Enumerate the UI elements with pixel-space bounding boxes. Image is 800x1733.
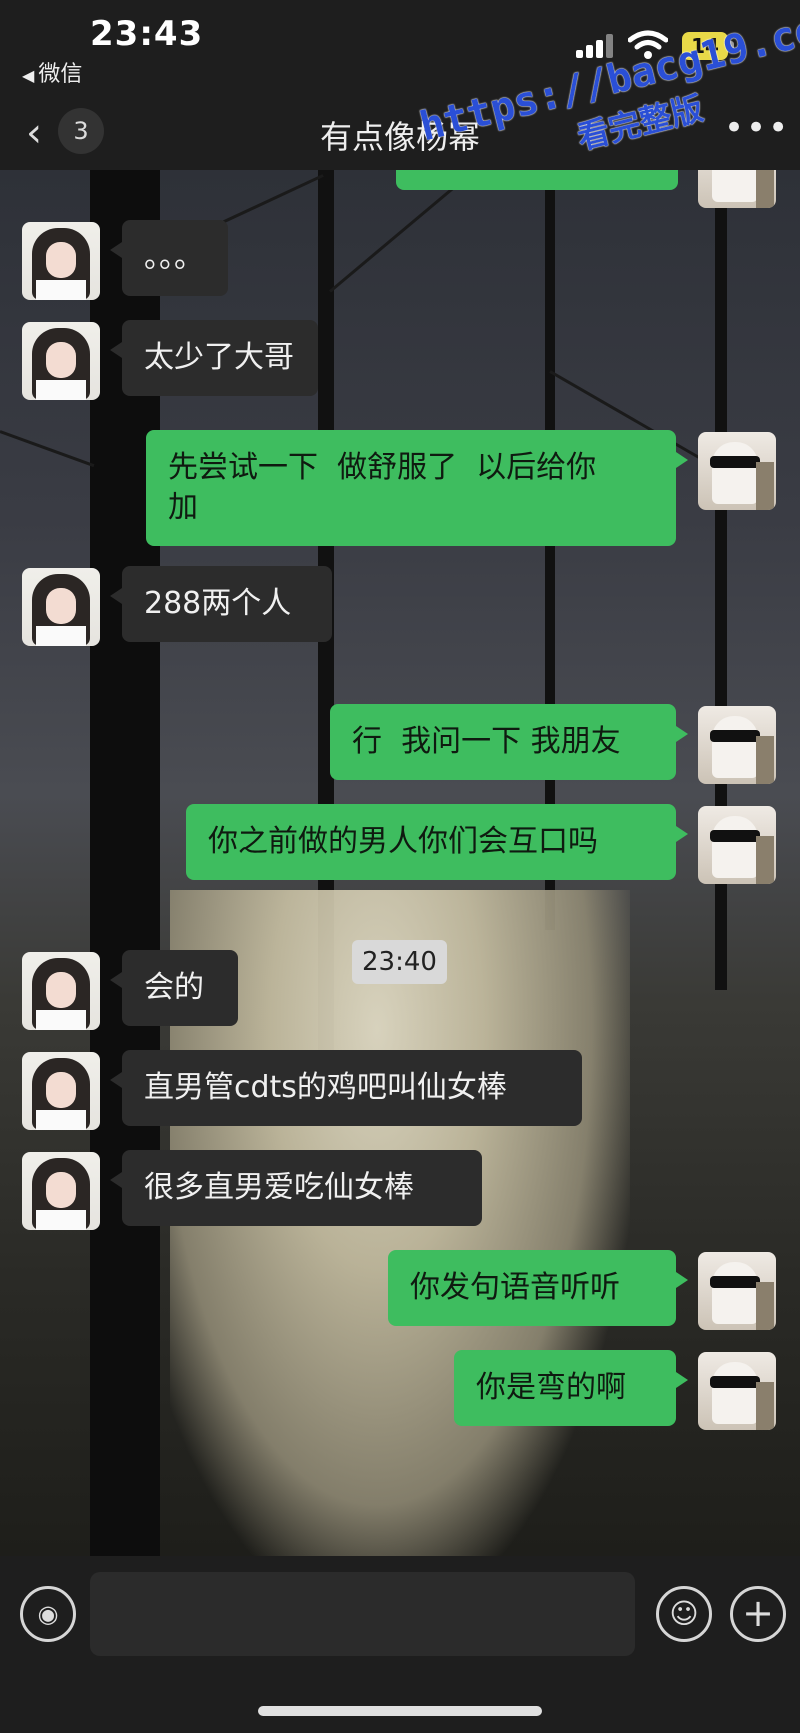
sent-message[interactable]: 你之前做的男人你们会互口吗 [186,804,688,880]
contact-avatar[interactable] [22,222,100,300]
received-message[interactable]: 很多直男爱吃仙女棒 [110,1150,482,1226]
received-message[interactable]: 直男管cdts的鸡吧叫仙女棒 [110,1050,582,1126]
contact-avatar[interactable] [22,1152,100,1230]
received-message[interactable]: 。。。 [110,220,228,296]
contact-avatar[interactable] [22,952,100,1030]
back-app-label: 微信 [38,62,83,87]
status-time: 23:43 [90,14,204,54]
cellular-signal-icon [576,34,616,58]
sent-message[interactable]: 行 我问一下 我朋友 [330,704,688,780]
received-message[interactable]: 太少了大哥 [110,320,318,396]
my-avatar[interactable] [698,806,776,884]
sent-message[interactable]: 你发句语音听听 [388,1250,688,1326]
my-avatar[interactable] [698,432,776,510]
tree-branch [0,430,95,468]
my-avatar[interactable] [698,1352,776,1430]
voice-icon[interactable]: ◉ [20,1586,76,1642]
received-message[interactable]: 288两个人 [110,566,332,642]
contact-avatar[interactable] [22,322,100,400]
back-triangle-icon: ◀ [22,66,35,85]
my-avatar[interactable] [698,706,776,784]
unread-count-badge[interactable]: 3 [58,108,104,154]
my-avatar[interactable] [698,170,776,208]
sent-message[interactable]: 先尝试一下 做舒服了 以后给你 加 [146,430,688,546]
my-avatar[interactable] [698,1252,776,1330]
message-input[interactable] [90,1572,635,1656]
contact-avatar[interactable] [22,1052,100,1130]
time-divider: 23:40 [352,940,447,984]
contact-avatar[interactable] [22,568,100,646]
input-bar: ◉ ☺ + [0,1556,800,1733]
received-message[interactable]: 会的 [110,950,238,1026]
emoji-icon[interactable]: ☺ [656,1586,712,1642]
plus-icon[interactable]: + [730,1586,786,1642]
back-to-app-link[interactable]: ◀ 微信 [22,56,82,88]
home-indicator[interactable] [258,1706,542,1716]
sent-message[interactable]: 你是弯的啊 [454,1350,688,1426]
chat-area[interactable]: 。。。太少了大哥先尝试一下 做舒服了 以后给你 加 288两个人行 我问一下 我朋… [0,170,800,1556]
